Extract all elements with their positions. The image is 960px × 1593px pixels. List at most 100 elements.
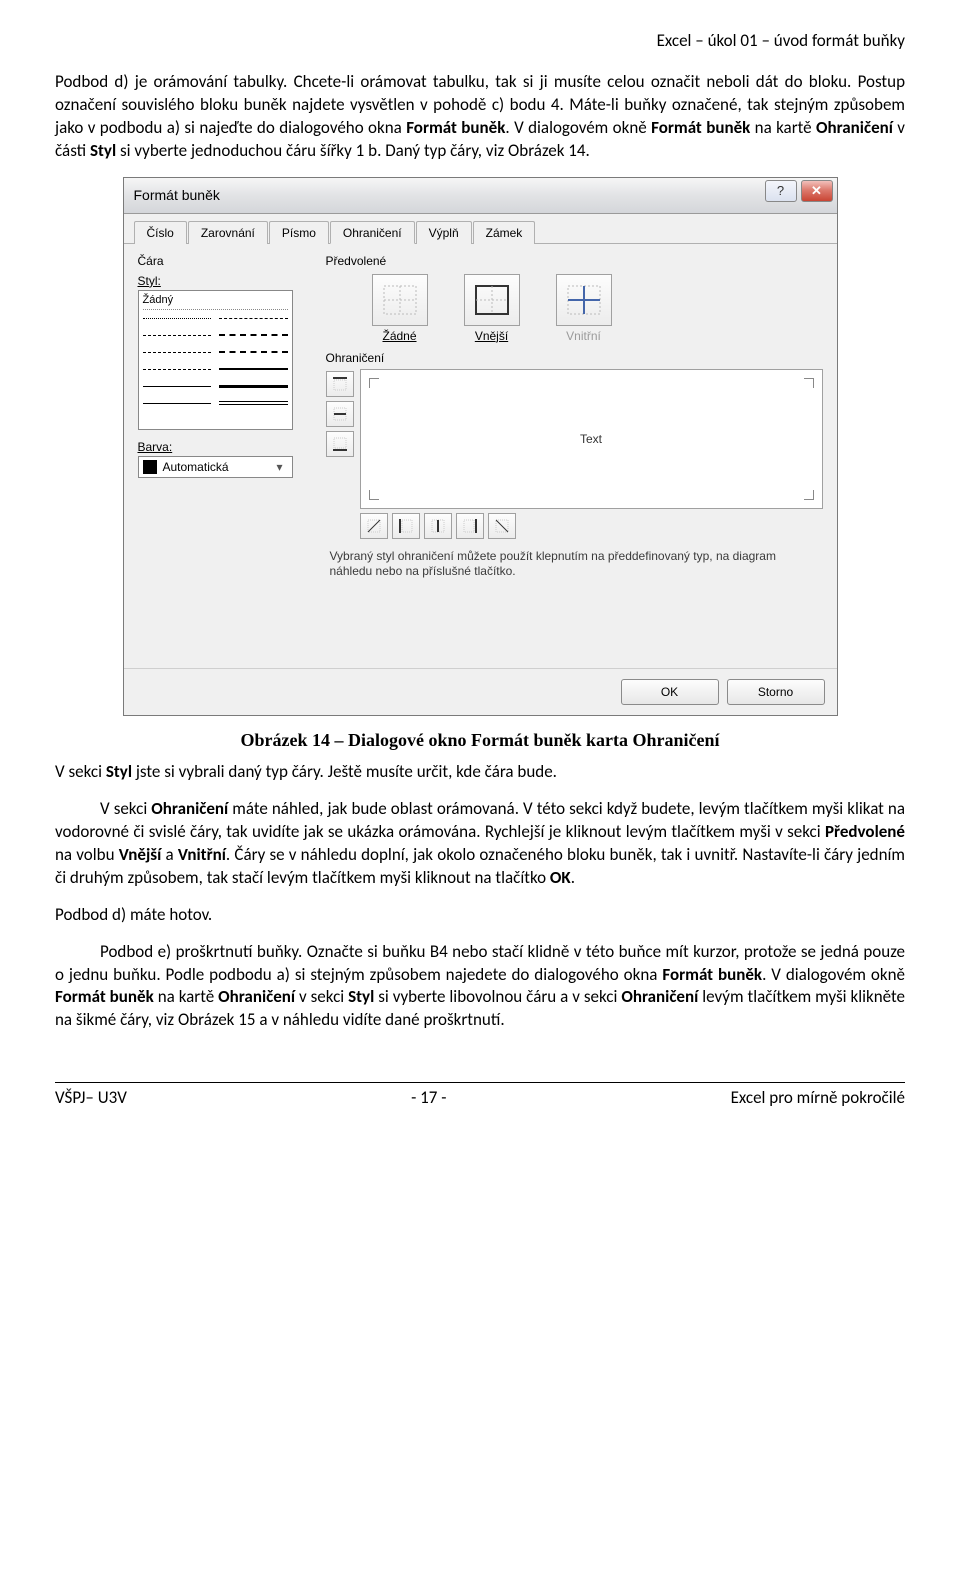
preset-inside-label: Vnitřní xyxy=(546,329,622,343)
bold: Formát buněk xyxy=(55,986,154,1007)
style-thicker[interactable] xyxy=(219,378,288,395)
style-dotted[interactable] xyxy=(143,310,212,327)
ok-button[interactable]: OK xyxy=(621,679,719,705)
corner-mark-icon xyxy=(369,378,379,388)
tab-font[interactable]: Písmo xyxy=(269,221,329,244)
style-dashdot-med[interactable] xyxy=(219,344,288,361)
footer-page: - 17 - xyxy=(127,1087,731,1108)
text: jste si vybrali daný typ čáry. Ještě mus… xyxy=(132,761,557,782)
border-hmid-icon xyxy=(331,405,349,423)
border-hmid-button[interactable] xyxy=(326,401,354,427)
line-section-label: Čára xyxy=(138,254,308,268)
tab-alignment[interactable]: Zarovnání xyxy=(188,221,268,244)
footer-right: Excel pro mírně pokročilé xyxy=(731,1087,905,1108)
bold: Ohraničení xyxy=(151,798,228,819)
preset-outline-icon xyxy=(472,282,512,318)
bold: Styl xyxy=(106,761,132,782)
paragraph-1: Podbod d) je orámování tabulky. Chcete-l… xyxy=(55,71,905,163)
style-dash-short[interactable] xyxy=(143,327,212,344)
diagonal-down-icon xyxy=(493,517,511,535)
close-button[interactable]: ✕ xyxy=(801,180,833,202)
text: na volbu xyxy=(55,844,119,865)
dialog-hint: Vybraný styl ohraničení můžete použít kl… xyxy=(326,539,823,662)
tab-number[interactable]: Číslo xyxy=(134,221,187,244)
style-double[interactable] xyxy=(219,395,288,412)
bold: Ohraničení xyxy=(816,117,893,138)
paragraph-2: V sekci Styl jste si vybrali daný typ čá… xyxy=(55,761,905,784)
style-dash-med[interactable] xyxy=(219,327,288,344)
style-dashdot[interactable] xyxy=(143,361,212,378)
bold: Formát buněk xyxy=(651,117,750,138)
border-left-button[interactable] xyxy=(392,513,420,539)
line-color-combo[interactable]: Automatická ▾ xyxy=(138,456,293,478)
format-cells-dialog: Formát buněk ? ✕ Číslo Zarovnání Písmo O… xyxy=(123,177,838,716)
border-diag-down-button[interactable] xyxy=(488,513,516,539)
style-none[interactable]: Žádný xyxy=(143,293,288,310)
dialog-tabs: Číslo Zarovnání Písmo Ohraničení Výplň Z… xyxy=(124,220,837,244)
text: . V dialogovém okně xyxy=(505,117,651,138)
tab-protection[interactable]: Zámek xyxy=(473,221,536,244)
text: . V dialogovém okně xyxy=(762,964,905,985)
preset-none-label: Žádné xyxy=(362,329,438,343)
bold: Předvolené xyxy=(825,821,905,842)
text: v sekci xyxy=(295,986,348,1007)
border-preview[interactable]: Text xyxy=(360,369,823,509)
preset-inside-button[interactable] xyxy=(556,274,612,326)
border-vmid-button[interactable] xyxy=(424,513,452,539)
preset-inside-icon xyxy=(564,282,604,318)
border-right-icon xyxy=(461,517,479,535)
tab-fill[interactable]: Výplň xyxy=(416,221,472,244)
style-label: Styl: xyxy=(138,274,308,288)
bold: Vnitřní xyxy=(178,844,226,865)
preset-none-icon xyxy=(380,282,420,318)
corner-mark-icon xyxy=(804,378,814,388)
help-button[interactable]: ? xyxy=(765,180,797,202)
paragraph-5: Podbod e) proškrtnutí buňky. Označte si … xyxy=(55,941,905,1033)
border-section-label: Ohraničení xyxy=(326,351,823,365)
bold: Styl xyxy=(348,986,374,1007)
page-header: Excel – úkol 01 – úvod formát buňky xyxy=(55,30,905,51)
style-thick[interactable] xyxy=(219,361,288,378)
figure-caption: Obrázek 14 – Dialogové okno Formát buněk… xyxy=(55,730,905,751)
text: . xyxy=(571,867,575,888)
preset-none-button[interactable] xyxy=(372,274,428,326)
border-bottom-icon xyxy=(331,435,349,453)
color-value: Automatická xyxy=(163,460,229,474)
dialog-title: Formát buněk xyxy=(134,187,220,203)
text: na kartě xyxy=(154,986,218,1007)
cancel-button[interactable]: Storno xyxy=(727,679,825,705)
bold: Ohraničení xyxy=(218,986,295,1007)
style-dash[interactable] xyxy=(143,344,212,361)
chevron-down-icon: ▾ xyxy=(272,459,288,475)
paragraph-4: Podbod d) máte hotov. xyxy=(55,904,905,927)
bold: Vnější xyxy=(119,844,162,865)
border-right-button[interactable] xyxy=(456,513,484,539)
text: a xyxy=(161,844,178,865)
text: na kartě xyxy=(750,117,816,138)
border-bottom-button[interactable] xyxy=(326,431,354,457)
page-footer: VŠPJ– U3V - 17 - Excel pro mírně pokroči… xyxy=(55,1082,905,1108)
footer-left: VŠPJ– U3V xyxy=(55,1087,127,1108)
bold: Ohraničení xyxy=(621,986,698,1007)
bold: Formát buněk xyxy=(662,964,762,985)
corner-mark-icon xyxy=(369,490,379,500)
border-top-icon xyxy=(331,375,349,393)
paragraph-3: V sekci Ohraničení máte náhled, jak bude… xyxy=(55,798,905,890)
tab-border[interactable]: Ohraničení xyxy=(330,221,415,244)
line-style-list[interactable]: Žádný xyxy=(138,290,293,430)
style-solid[interactable] xyxy=(143,395,212,412)
border-diag-up-button[interactable] xyxy=(360,513,388,539)
presets-label: Předvolené xyxy=(326,254,823,268)
preset-outline-label: Vnější xyxy=(454,329,530,343)
border-top-button[interactable] xyxy=(326,371,354,397)
style-solid-thin[interactable] xyxy=(143,378,212,395)
text: V sekci xyxy=(55,761,106,782)
preview-text: Text xyxy=(580,432,602,446)
style-dashdot2[interactable] xyxy=(219,310,288,327)
bold: OK xyxy=(550,867,571,888)
border-left-icon xyxy=(397,517,415,535)
bold: Styl xyxy=(90,140,116,161)
corner-mark-icon xyxy=(804,490,814,500)
dialog-titlebar[interactable]: Formát buněk ? ✕ xyxy=(124,178,837,214)
preset-outline-button[interactable] xyxy=(464,274,520,326)
